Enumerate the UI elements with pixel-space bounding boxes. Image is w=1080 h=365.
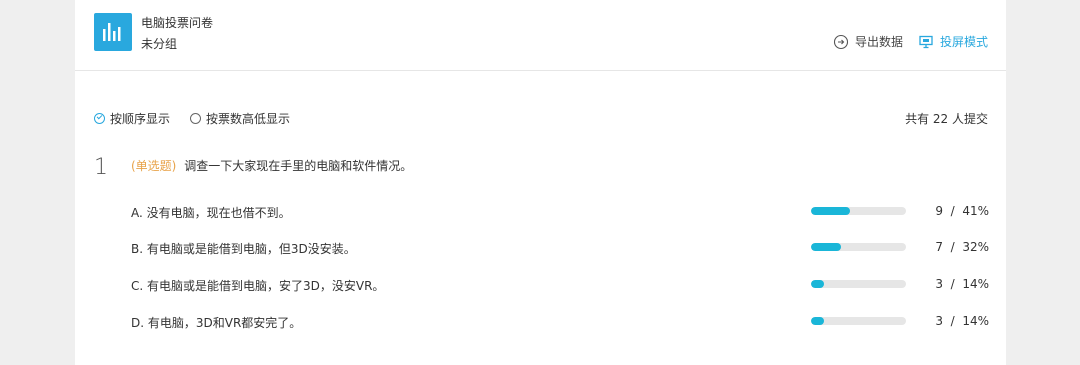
option-label: C. 有电脑或是能借到电脑，安了3D，没安VR。 (131, 279, 385, 293)
option-progress-bar (811, 317, 906, 325)
option-progress-bar (811, 243, 906, 251)
export-icon (833, 34, 849, 50)
chart-logo-icon (94, 13, 132, 51)
survey-title: 电脑投票问卷 (141, 16, 214, 30)
option-stat: 3 / 14% (935, 314, 989, 328)
option-progress-bar (811, 207, 906, 215)
option-percent: 14% (962, 314, 989, 328)
option-stat: 9 / 41% (935, 204, 989, 218)
radio-unchecked-icon (190, 113, 202, 124)
option-count: 9 (935, 204, 944, 218)
present-mode-button[interactable]: 投屏模式 (918, 33, 988, 50)
sort-by-votes-label: 按票数高低显示 (206, 112, 291, 126)
option-label: A. 没有电脑，现在也借不到。 (131, 206, 291, 220)
option-count: 3 (935, 314, 944, 328)
option-stat: 3 / 14% (935, 277, 989, 291)
option-row: D. 有电脑，3D和VR都安完了。 3 / 14% (131, 314, 989, 330)
radio-checked-icon (94, 113, 105, 124)
option-count: 3 (935, 277, 944, 291)
option-label: D. 有电脑，3D和VR都安完了。 (131, 316, 302, 330)
export-label: 导出数据 (854, 35, 903, 49)
header-actions: 导出数据 投屏模式 (833, 33, 988, 50)
option-percent: 41% (962, 204, 989, 218)
option-count: 7 (935, 240, 944, 254)
option-progress-fill (811, 207, 850, 215)
option-progress-fill (811, 317, 825, 325)
option-row: C. 有电脑或是能借到电脑，安了3D，没安VR。 3 / 14% (131, 277, 989, 293)
question-text: 调查一下大家现在手里的电脑和软件情况。 (184, 159, 413, 173)
option-row: A. 没有电脑，现在也借不到。 9 / 41% (131, 204, 989, 220)
option-progress-bar (811, 280, 906, 288)
option-progress-fill (811, 243, 842, 251)
survey-panel: 电脑投票问卷 未分组 导出数据 投屏模式 按顺序显示 按票数高低显示 共有 22… (75, 0, 1006, 365)
question-type: (单选题) (131, 159, 177, 173)
option-stat: 7 / 32% (935, 240, 989, 254)
option-label: B. 有电脑或是能借到电脑，但3D没安装。 (131, 242, 356, 256)
submission-count: 共有 22 人提交 (905, 112, 988, 126)
present-label: 投屏模式 (939, 35, 988, 49)
option-progress-fill (811, 280, 825, 288)
option-percent: 32% (962, 240, 989, 254)
question-number: 1 (94, 155, 108, 180)
sort-options: 按顺序显示 按票数高低显示 (94, 110, 310, 127)
export-data-button[interactable]: 导出数据 (833, 33, 903, 50)
survey-header: 电脑投票问卷 未分组 导出数据 投屏模式 (75, 0, 1006, 71)
option-row: B. 有电脑或是能借到电脑，但3D没安装。 7 / 32% (131, 240, 989, 256)
sort-by-votes-radio[interactable]: 按票数高低显示 (190, 110, 290, 127)
projector-screen-icon (918, 34, 934, 50)
sort-by-order-label: 按顺序显示 (110, 112, 171, 126)
sort-by-order-radio[interactable]: 按顺序显示 (94, 110, 170, 127)
option-percent: 14% (962, 277, 989, 291)
survey-group: 未分组 (141, 37, 178, 51)
question-line: (单选题) 调查一下大家现在手里的电脑和软件情况。 (131, 157, 412, 174)
